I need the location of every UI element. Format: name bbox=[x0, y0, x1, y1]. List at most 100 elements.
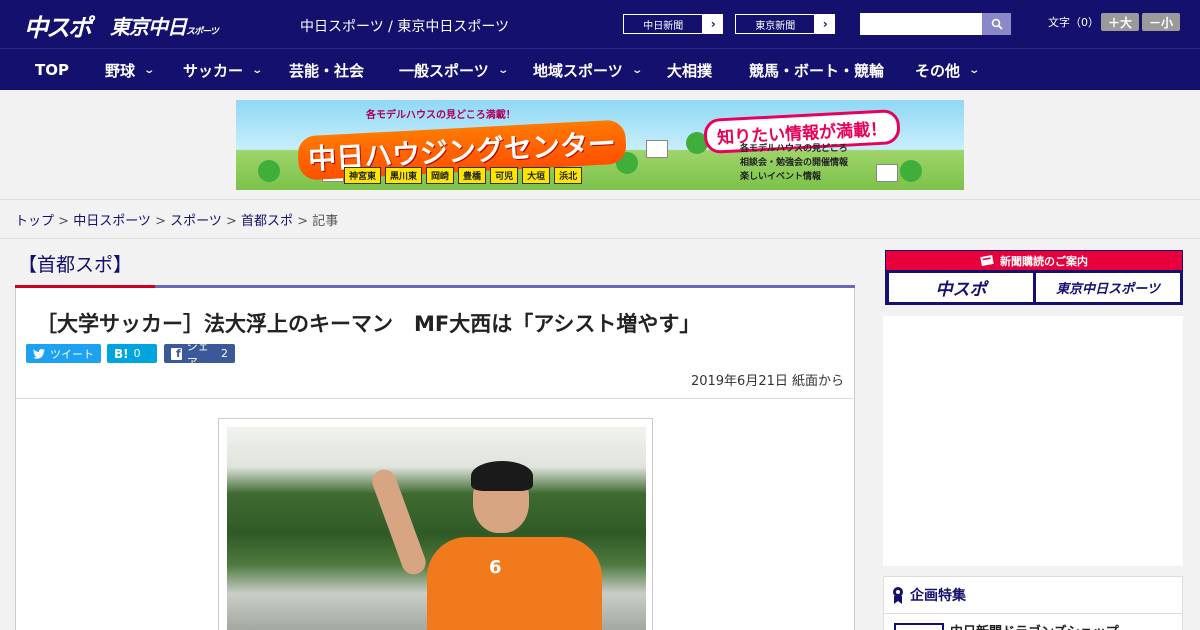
search-icon bbox=[991, 18, 1003, 30]
breadcrumb-separator: > bbox=[221, 214, 242, 229]
breadcrumb-link-top[interactable]: トップ bbox=[15, 214, 54, 229]
search-button[interactable] bbox=[982, 13, 1011, 35]
banner-feature-item: 相談会・勉強会の開催情報 bbox=[740, 158, 849, 168]
breadcrumb: トップ > 中日スポーツ > スポーツ > 首都スポ > 記事 bbox=[15, 210, 338, 229]
banner-town: 大垣 bbox=[522, 167, 551, 184]
sidebar-ad-slot[interactable] bbox=[883, 316, 1183, 566]
tree-graphic bbox=[900, 160, 922, 182]
banner-feature-item: 楽しいイベント情報 bbox=[740, 172, 822, 182]
chevron-down-icon: ⌄ bbox=[968, 64, 981, 76]
article-divider bbox=[16, 398, 854, 399]
chunichi-sports-logo[interactable]: 中スポ bbox=[24, 8, 92, 43]
chevron-down-icon: ⌄ bbox=[631, 64, 643, 76]
banner-town: 黒川東 bbox=[385, 167, 423, 184]
nav-item-baseball[interactable]: 野球 ⌄ bbox=[105, 49, 156, 91]
site-name-link[interactable]: 中日スポーツ / 東京中日スポーツ bbox=[300, 16, 509, 36]
subscription-title: 新聞購読のご案内 bbox=[1000, 254, 1088, 268]
tokyo-chunichi-logo[interactable]: 東京中日スポーツ bbox=[110, 11, 219, 40]
font-size-label: 文字（0） bbox=[1048, 16, 1099, 29]
feature-title: 企画特集 bbox=[910, 588, 966, 604]
hatena-count: 0 bbox=[133, 347, 141, 360]
house-graphic bbox=[876, 164, 898, 182]
breadcrumb-link-shuto-supo[interactable]: 首都スポ bbox=[241, 214, 293, 229]
article-headline: ［大学サッカー］法大浮上のキーマン MF大西は「アシスト増やす」 bbox=[36, 312, 701, 336]
nav-item-racing[interactable]: 競馬・ボート・競輪 bbox=[749, 49, 884, 91]
nav-item-other[interactable]: その他 ⌄ bbox=[915, 49, 981, 91]
banner-town: 豊橋 bbox=[458, 167, 487, 184]
search-input[interactable] bbox=[860, 13, 982, 35]
banner-town: 浜北 bbox=[554, 167, 583, 184]
nav-label: 大相撲 bbox=[667, 61, 713, 80]
tweet-button[interactable]: ツイート bbox=[26, 344, 101, 363]
subscription-header: 新聞購読のご案内 bbox=[886, 251, 1182, 270]
nav-item-local-sports[interactable]: 地域スポーツ ⌄ bbox=[533, 49, 643, 91]
nav-label: TOP bbox=[35, 61, 69, 79]
tree-graphic bbox=[258, 160, 280, 182]
facebook-share-label: シェア bbox=[186, 339, 209, 369]
chunichi-shimbun-button[interactable]: 中日新聞 › bbox=[622, 13, 724, 35]
hatena-bookmark-button[interactable]: B! 0 bbox=[107, 344, 157, 363]
tokyo-logo-text: 東京中日 bbox=[110, 15, 187, 39]
feature-header: 企画特集 bbox=[892, 585, 966, 605]
chevron-down-icon: ⌄ bbox=[143, 64, 156, 76]
housing-center-ad-banner[interactable]: 各モデルハウスの見どころ満載！ 中日ハウジングセンター 神宮東 黒川東 岡崎 豊… bbox=[236, 100, 964, 190]
house-graphic bbox=[646, 140, 668, 158]
chevron-right-icon: › bbox=[710, 17, 716, 31]
subscribe-tokyo-chunichi-button[interactable]: 東京中日スポーツ bbox=[1036, 273, 1180, 302]
breadcrumb-link-sports[interactable]: スポーツ bbox=[170, 214, 222, 229]
newspaper-icon bbox=[980, 255, 994, 266]
twitter-bird-icon bbox=[33, 348, 45, 359]
breadcrumb-link-chunichi-sports[interactable]: 中日スポーツ bbox=[73, 214, 151, 229]
article-photo[interactable]: 6 bbox=[227, 427, 646, 630]
hatena-b-icon: B! bbox=[114, 346, 129, 361]
facebook-share-count: 2 bbox=[221, 347, 228, 360]
breadcrumb-separator: > bbox=[293, 214, 313, 229]
feature-thumbnail[interactable] bbox=[894, 623, 944, 630]
subscribe-chunichi-sports-button[interactable]: 中スポ bbox=[889, 273, 1033, 302]
facebook-icon: f bbox=[171, 347, 182, 360]
breadcrumb-divider bbox=[0, 238, 1200, 239]
tokyo-shimbun-label: 東京新聞 bbox=[735, 14, 816, 34]
nav-item-general-sports[interactable]: 一般スポーツ ⌄ bbox=[399, 49, 509, 91]
feature-section: 企画特集 中日新聞ドラゴンズショップ bbox=[883, 576, 1183, 630]
nav-label: サッカー bbox=[183, 61, 244, 80]
banner-feature-item: 各モデルハウスの見どころ bbox=[740, 144, 848, 154]
breadcrumb-separator: > bbox=[150, 214, 171, 229]
nav-item-soccer[interactable]: サッカー ⌄ bbox=[183, 49, 264, 91]
player-hair-graphic bbox=[471, 461, 533, 491]
nav-item-top[interactable]: TOP bbox=[35, 49, 69, 91]
font-size-up-button[interactable]: ＋大 bbox=[1101, 13, 1139, 31]
ribbon-badge-icon bbox=[893, 587, 903, 604]
chevron-down-icon: ⌄ bbox=[497, 64, 509, 76]
main-nav: TOP 野球 ⌄ サッカー ⌄ 芸能・社会 一般スポーツ ⌄ 地域スポーツ ⌄ 大相撲 … bbox=[0, 48, 1200, 90]
tokyo-shimbun-button[interactable]: 東京新聞 › bbox=[734, 13, 836, 35]
breadcrumb-separator: > bbox=[54, 214, 74, 229]
section-title: 【首都スポ】 bbox=[18, 254, 133, 276]
jersey-number: 6 bbox=[489, 557, 502, 578]
banner-feature-list: 各モデルハウスの見どころ 相談会・勉強会の開催情報 楽しいイベント情報 bbox=[740, 142, 848, 184]
banner-area: 各モデルハウスの見どころ満載！ 中日ハウジングセンター 神宮東 黒川東 岡崎 豊… bbox=[0, 90, 1200, 200]
player-arm-graphic bbox=[368, 466, 430, 578]
chevron-right-icon: › bbox=[822, 17, 828, 31]
banner-town-list: 神宮東 黒川東 岡崎 豊橋 可児 大垣 浜北 bbox=[344, 167, 583, 184]
site-header: 中スポ 東京中日スポーツ 中日スポーツ / 東京中日スポーツ 中日新聞 › 東京… bbox=[0, 0, 1200, 48]
chunichi-shimbun-label: 中日新聞 bbox=[623, 14, 704, 34]
feature-divider bbox=[884, 613, 1182, 614]
font-size-down-button[interactable]: －小 bbox=[1142, 13, 1180, 31]
banner-town: 神宮東 bbox=[344, 167, 382, 184]
chevron-down-icon: ⌄ bbox=[251, 64, 264, 76]
nav-label: 競馬・ボート・競輪 bbox=[749, 61, 885, 80]
banner-town: 可児 bbox=[490, 167, 519, 184]
banner-tagline: 各モデルハウスの見どころ満載！ bbox=[366, 110, 516, 121]
breadcrumb-current: 記事 bbox=[312, 214, 339, 229]
nav-item-sumo[interactable]: 大相撲 bbox=[667, 49, 712, 91]
nav-label: 一般スポーツ bbox=[399, 61, 489, 80]
nav-item-entertainment[interactable]: 芸能・社会 bbox=[289, 49, 364, 91]
player-jersey-graphic bbox=[427, 537, 602, 630]
tokyo-logo-small: スポーツ bbox=[186, 27, 219, 37]
article-card: ［大学サッカー］法大浮上のキーマン MF大西は「アシスト増やす」 ツイート B!… bbox=[15, 288, 855, 630]
feature-item-link[interactable]: 中日新聞ドラゴンズショップ bbox=[950, 621, 1119, 630]
facebook-share-button[interactable]: f シェア 2 bbox=[164, 340, 235, 369]
article-dateline: 2019年6月21日 紙面から bbox=[690, 374, 844, 389]
nav-label: 野球 bbox=[105, 61, 136, 80]
